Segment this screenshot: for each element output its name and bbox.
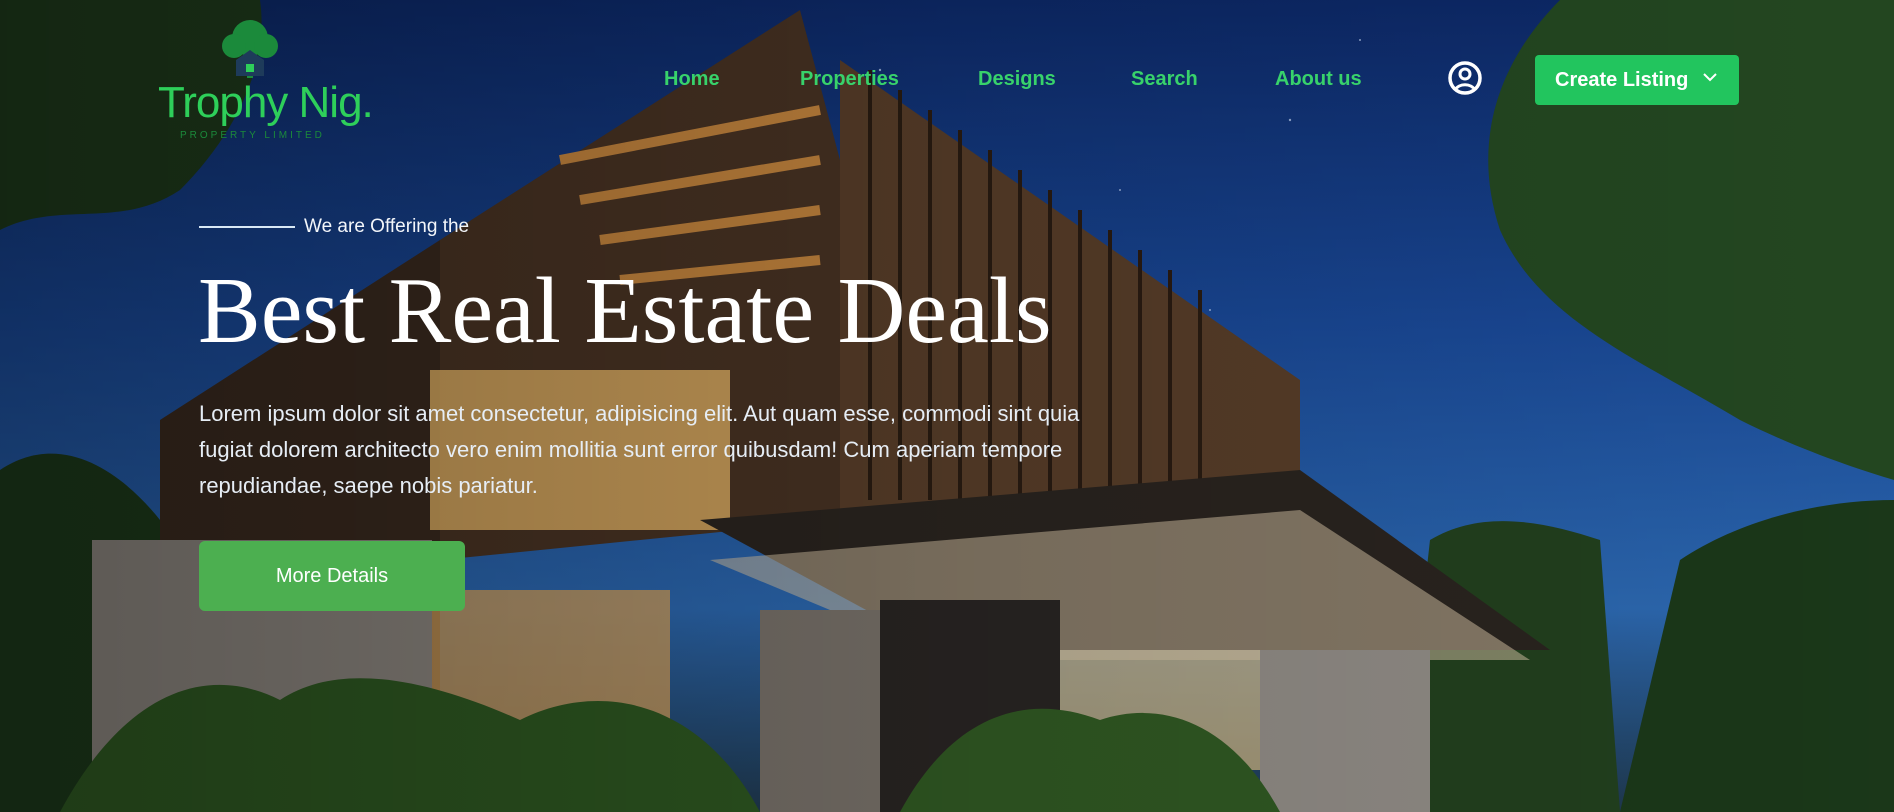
- brand-logo[interactable]: Trophy Nig. PROPERTY LIMITED: [158, 18, 374, 148]
- more-details-button[interactable]: More Details: [199, 541, 465, 611]
- nav-item-designs[interactable]: Designs: [978, 68, 1056, 91]
- nav-item-about-us[interactable]: About us: [1275, 68, 1362, 91]
- eyebrow-divider: [199, 226, 295, 228]
- create-listing-label: Create Listing: [1555, 68, 1689, 91]
- user-circle-icon[interactable]: [1447, 60, 1483, 100]
- nav-item-properties[interactable]: Properties: [800, 68, 899, 91]
- nav-item-home[interactable]: Home: [664, 68, 720, 91]
- create-listing-button[interactable]: Create Listing: [1535, 55, 1739, 105]
- hero-eyebrow: We are Offering the: [304, 216, 470, 237]
- logo-wordmark: Trophy Nig.: [158, 78, 374, 127]
- chevron-down-icon: [1703, 73, 1717, 82]
- nav-item-search[interactable]: Search: [1131, 68, 1198, 91]
- hero-headline: Best Real Estate Deals: [198, 259, 1052, 363]
- hero-description: Lorem ipsum dolor sit amet consectetur, …: [199, 401, 1080, 498]
- tree-house-logo-icon: [222, 20, 278, 78]
- logo-tagline: PROPERTY LIMITED: [180, 130, 325, 141]
